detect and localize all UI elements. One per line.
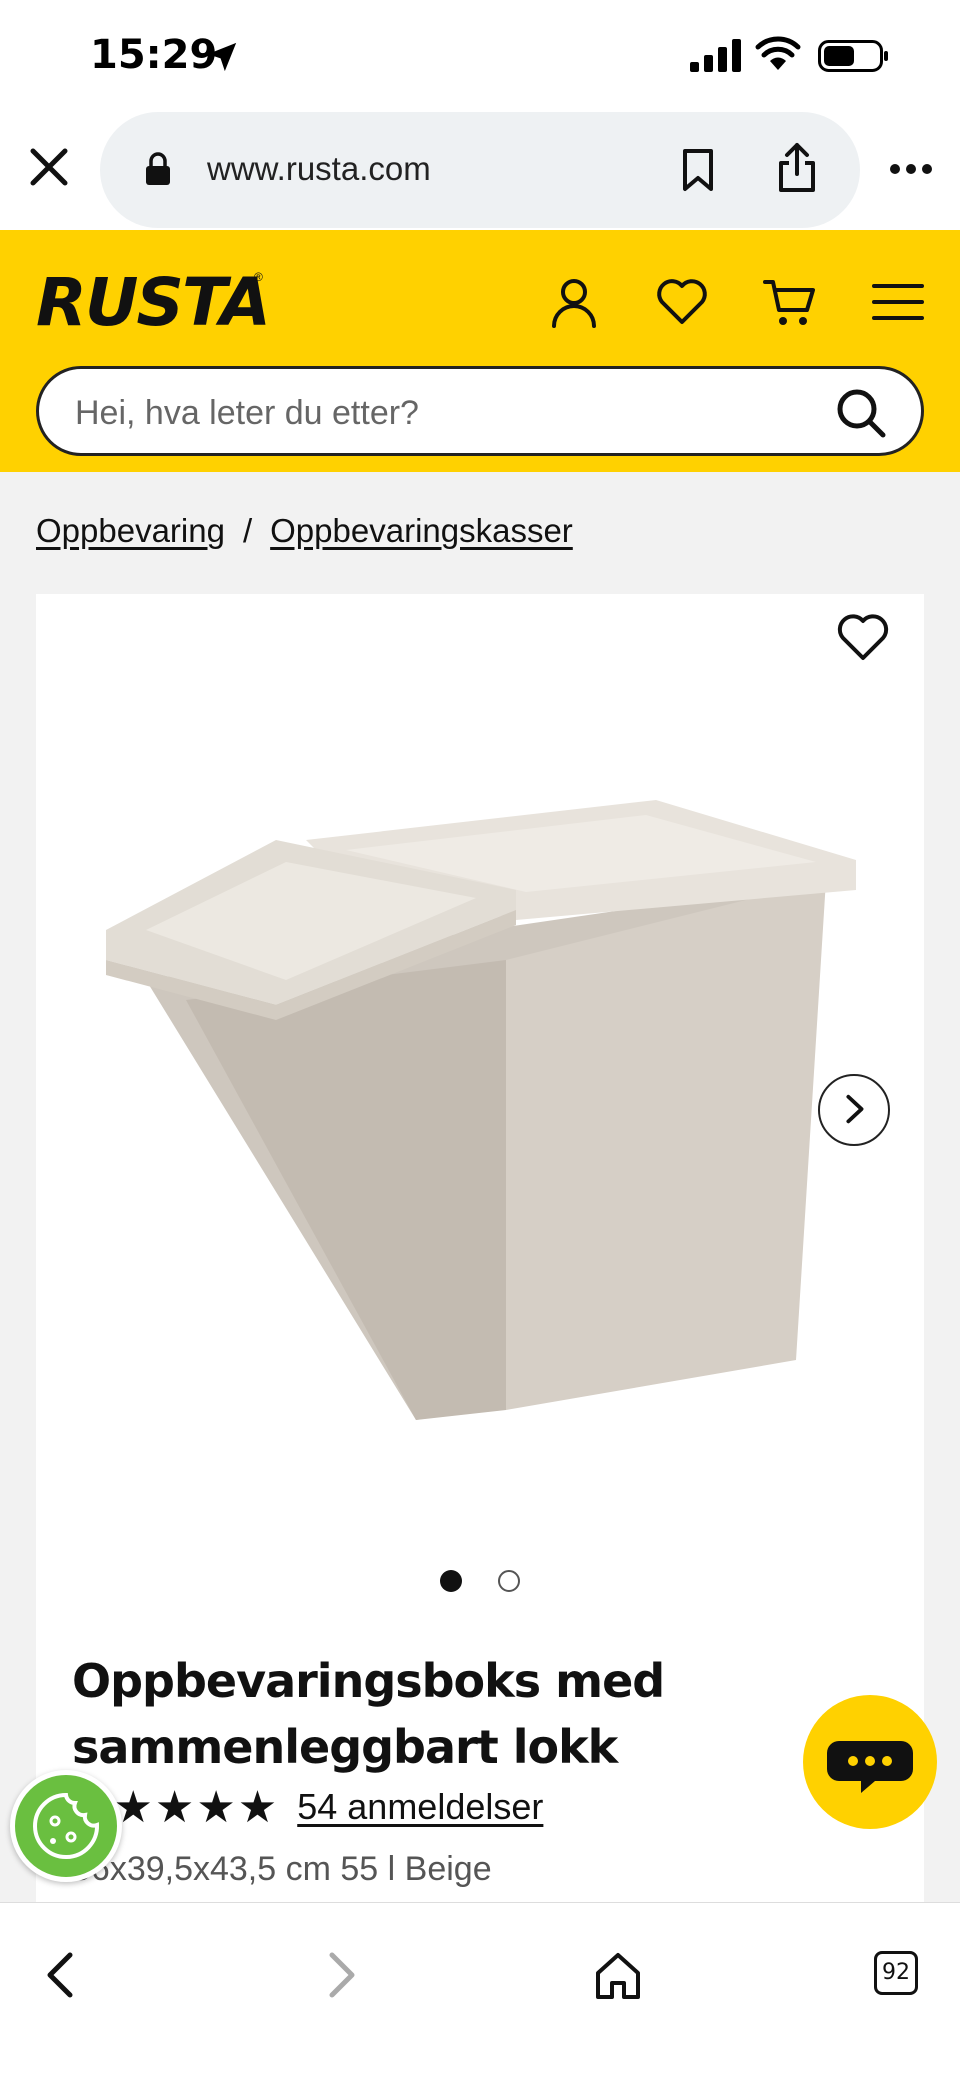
chevron-right-icon (846, 1094, 864, 1124)
registered-mark: ® (254, 270, 263, 284)
cellular-signal-icon (690, 39, 741, 72)
close-icon[interactable] (28, 146, 70, 188)
address-bar[interactable]: www.rusta.com (100, 112, 860, 228)
product-rating: ★★★★★ 54 anmeldelser (72, 1782, 543, 1832)
product-title-line-2: sammenleggbart lokk (72, 1720, 618, 1774)
breadcrumb-separator: / (242, 512, 253, 549)
url-text: www.rusta.com (207, 150, 431, 187)
user-icon[interactable] (546, 274, 602, 330)
product-specs: 56x39,5x43,5 cm 55 l Beige (72, 1850, 492, 1888)
browser-bar: www.rusta.com (0, 112, 960, 230)
browser-bottom-nav: 92 (0, 1902, 960, 2077)
search-input[interactable] (75, 391, 775, 435)
bookmark-icon[interactable] (680, 148, 716, 192)
location-arrow-icon (207, 42, 237, 72)
tabs-button[interactable]: 92 (874, 1951, 918, 1995)
chat-button[interactable] (803, 1695, 937, 1829)
breadcrumb: Oppbevaring / Oppbevaringskasser (36, 512, 573, 550)
product-image[interactable] (86, 780, 896, 1420)
search-bar (36, 366, 924, 456)
forward-icon[interactable] (312, 1947, 368, 2003)
hamburger-icon[interactable] (870, 274, 926, 330)
cart-icon[interactable] (762, 274, 818, 330)
carousel-dot-1[interactable] (440, 1570, 462, 1592)
breadcrumb-link-oppbevaringskasser[interactable]: Oppbevaringskasser (270, 512, 573, 549)
chat-icon (827, 1741, 913, 1793)
share-icon[interactable] (776, 142, 818, 194)
product-title: Oppbevaringsboks med sammenleggbart lokk (72, 1648, 772, 1780)
cookie-settings-button[interactable] (10, 1770, 122, 1882)
lock-icon (146, 152, 170, 185)
battery-icon (818, 40, 888, 72)
product-title-line-1: Oppbevaringsboks med (72, 1654, 665, 1708)
heart-icon[interactable] (654, 274, 710, 330)
status-bar: 15:29 (0, 0, 960, 112)
wishlist-heart-icon[interactable] (836, 612, 890, 662)
status-time: 15:29 (90, 32, 218, 78)
breadcrumb-link-oppbevaring[interactable]: Oppbevaring (36, 512, 225, 549)
search-icon[interactable] (835, 387, 887, 439)
product-card: Oppbevaringsboks med sammenleggbart lokk… (36, 594, 924, 2024)
carousel-dot-2[interactable] (498, 1570, 520, 1592)
cookie-icon (33, 1792, 100, 1859)
more-options-icon[interactable] (888, 162, 934, 176)
rusta-logo[interactable]: RUSTA (36, 264, 271, 341)
back-icon[interactable] (34, 1947, 90, 2003)
site-header: RUSTA ® (0, 230, 960, 472)
reviews-link[interactable]: 54 anmeldelser (297, 1786, 543, 1828)
home-icon[interactable] (590, 1947, 646, 2003)
wifi-icon (755, 36, 801, 70)
next-image-button[interactable] (818, 1074, 890, 1146)
